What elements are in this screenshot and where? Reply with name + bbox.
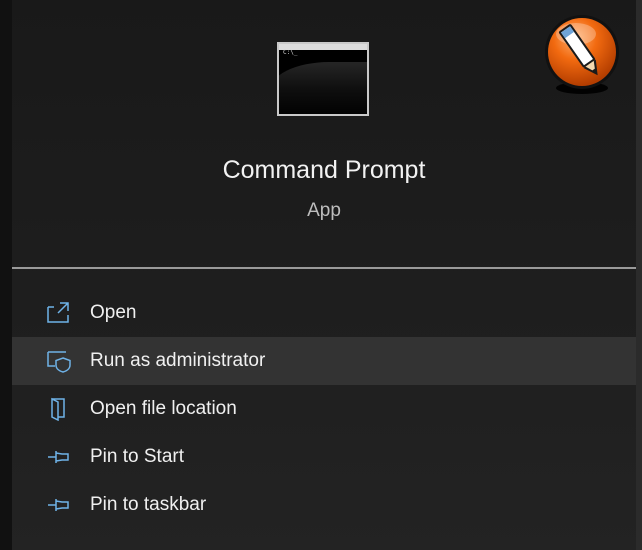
menu-item-label: Pin to Start bbox=[90, 446, 184, 467]
menu-item-pin-to-taskbar[interactable]: Pin to taskbar bbox=[12, 481, 636, 529]
icon-glare bbox=[279, 62, 367, 114]
pin-icon bbox=[48, 499, 69, 511]
folder-icon bbox=[51, 397, 65, 421]
shield-icon bbox=[47, 351, 71, 373]
panel-left-edge bbox=[0, 0, 12, 550]
menu-item-label: Run as administrator bbox=[90, 350, 266, 371]
app-title: Command Prompt bbox=[222, 156, 426, 184]
app-type-label: App bbox=[307, 200, 341, 221]
menu-item-label: Open file location bbox=[90, 398, 237, 419]
menu-item-open[interactable]: Open bbox=[12, 289, 636, 337]
menu-item-label: Pin to taskbar bbox=[90, 494, 207, 515]
menu-item-pin-to-start[interactable]: Pin to Start bbox=[12, 433, 636, 481]
start-context-panel: C:\_ Command Prompt App Open Run as admi… bbox=[0, 0, 642, 550]
context-menu: Open Run as administrator Open file loca… bbox=[12, 289, 636, 529]
scrollbar[interactable] bbox=[636, 0, 642, 550]
command-prompt-icon[interactable]: C:\_ bbox=[277, 42, 369, 116]
pencil-badge-icon bbox=[545, 15, 619, 94]
icon-prompt-text: C:\_ bbox=[283, 49, 298, 56]
menu-item-open-file-location[interactable]: Open file location bbox=[12, 385, 636, 433]
header-divider bbox=[12, 267, 636, 269]
open-icon bbox=[47, 302, 69, 323]
pin-icon bbox=[48, 451, 69, 463]
menu-item-run-as-administrator[interactable]: Run as administrator bbox=[12, 337, 636, 385]
menu-item-label: Open bbox=[90, 302, 137, 323]
